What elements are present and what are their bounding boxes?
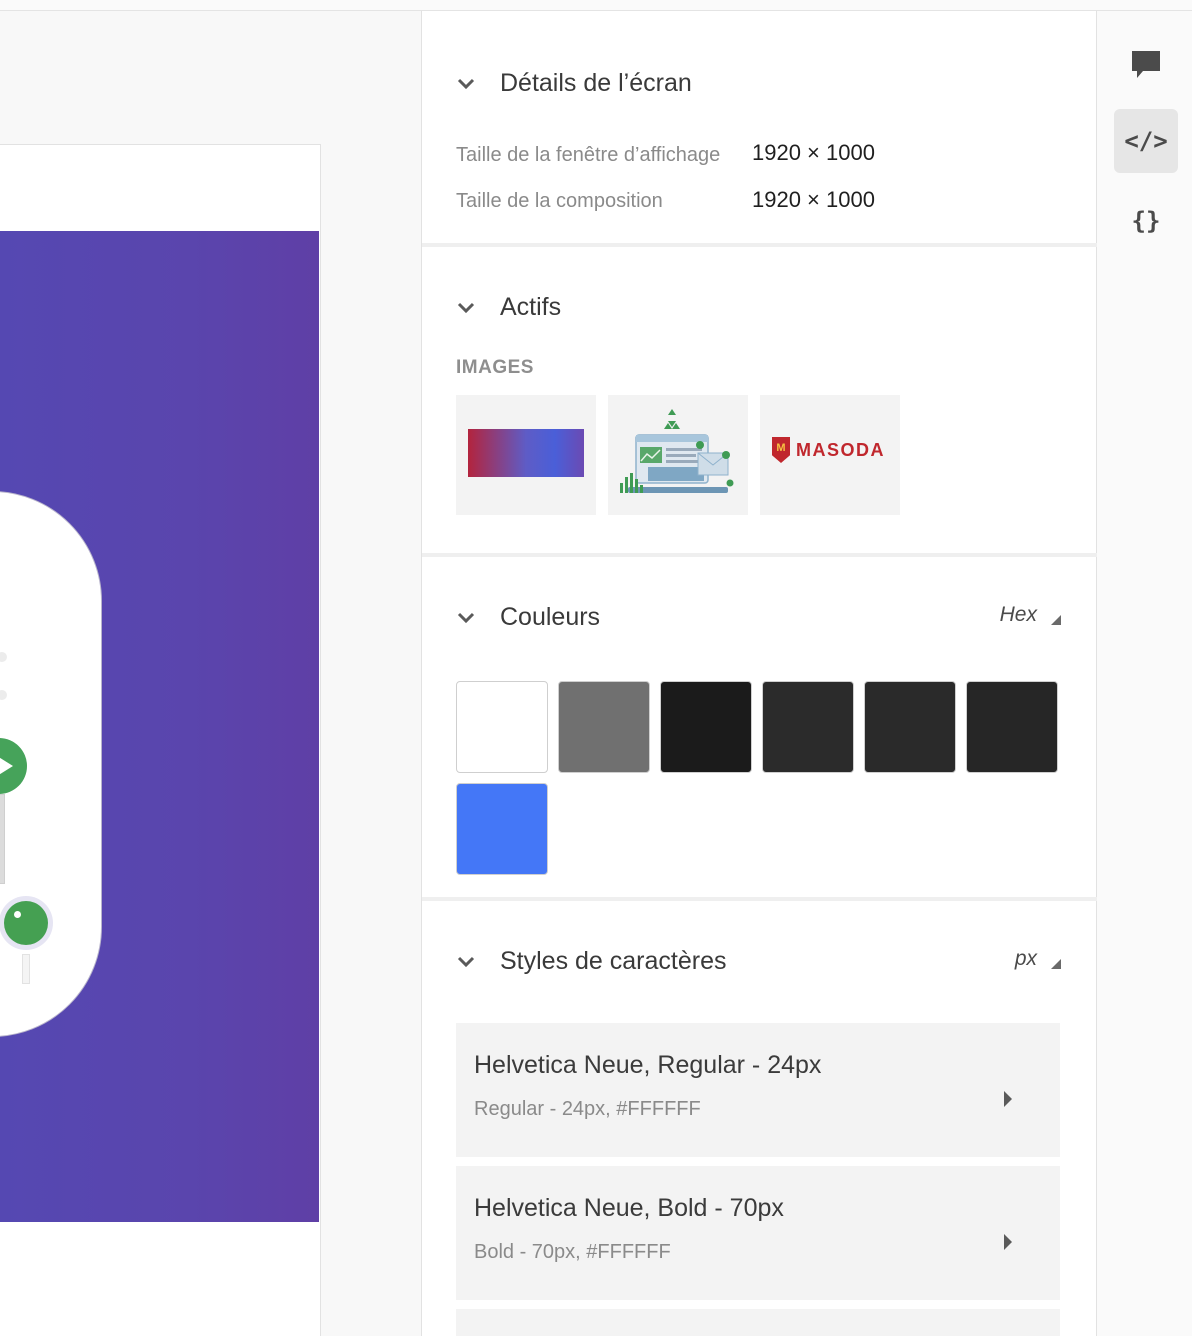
chevron-down-icon	[457, 78, 475, 89]
asset-gradient-background[interactable]	[456, 395, 596, 515]
section-header-colors[interactable]: Couleurs	[456, 603, 600, 632]
logo-text: MASODA	[796, 439, 885, 460]
color-swatch[interactable]	[558, 681, 650, 773]
gradient-thumbnail	[468, 429, 584, 477]
section-header-assets[interactable]: Actifs	[456, 293, 561, 322]
color-swatch[interactable]	[864, 681, 956, 773]
section-assets: Actifs IMAGES M MASODA	[422, 247, 1097, 557]
decor-bar	[0, 794, 5, 884]
chevron-down-icon	[457, 956, 475, 967]
inspector-panel: Détails de l’écran Taille de la fenêtre …	[421, 10, 1097, 1336]
green-dot-icon	[4, 901, 48, 945]
asset-logo-masoda[interactable]: M MASODA	[760, 395, 900, 515]
section-header-character-styles[interactable]: Styles de caractères	[456, 947, 727, 976]
viewport-size-value: 1920 × 1000	[752, 140, 875, 165]
char-style-subtitle: Regular - 24px, #FFFFFF	[474, 1098, 701, 1120]
comments-button[interactable]	[1114, 33, 1178, 97]
play-icon	[0, 738, 27, 794]
char-style-title: Helvetica Neue, Bold - 70px	[474, 1194, 784, 1222]
decor-dot	[0, 690, 7, 700]
chevron-down-icon	[457, 302, 475, 313]
asset-illustration[interactable]	[608, 395, 748, 515]
right-tool-rail: </> {}	[1097, 10, 1192, 1336]
app-root: Détails de l’écran Taille de la fenêtre …	[0, 0, 1192, 1336]
chevron-right-icon	[1004, 1234, 1012, 1250]
char-style-item[interactable]	[456, 1309, 1060, 1336]
shield-logo-icon: M	[772, 437, 790, 463]
dropdown-corner-icon	[1051, 615, 1061, 625]
char-style-item[interactable]: Helvetica Neue, Bold - 70px Bold - 70px,…	[456, 1166, 1060, 1300]
color-format-label: Hex	[999, 603, 1037, 626]
viewport-size-label: Taille de la fenêtre d’affichage	[456, 144, 721, 166]
color-swatch[interactable]	[762, 681, 854, 773]
section-title: Styles de caractères	[500, 947, 727, 975]
section-title: Actifs	[500, 293, 562, 321]
composition-size-label: Taille de la composition	[456, 190, 663, 212]
comment-icon	[1132, 51, 1160, 78]
section-screen-details: Détails de l’écran Taille de la fenêtre …	[422, 11, 1097, 247]
composition-size-value: 1920 × 1000	[752, 187, 875, 212]
color-swatch[interactable]	[456, 783, 548, 875]
char-style-item[interactable]: Helvetica Neue, Regular - 24px Regular -…	[456, 1023, 1060, 1157]
section-title: Détails de l’écran	[500, 69, 692, 97]
section-colors: Couleurs Hex	[422, 557, 1097, 901]
unit-label: px	[1014, 947, 1037, 970]
color-swatch[interactable]	[660, 681, 752, 773]
design-canvas[interactable]	[0, 10, 421, 1336]
json-view-button[interactable]: {}	[1114, 189, 1178, 253]
char-style-title: Helvetica Neue, Regular - 24px	[474, 1051, 822, 1079]
color-swatch[interactable]	[966, 681, 1058, 773]
decor-stem	[22, 954, 30, 984]
section-character-styles: Styles de caractères px Helvetica Neue, …	[422, 901, 1097, 1336]
chevron-down-icon	[457, 612, 475, 623]
char-style-subtitle: Bold - 70px, #FFFFFF	[474, 1241, 671, 1263]
images-label: IMAGES	[456, 357, 534, 378]
hero-section-preview[interactable]	[0, 231, 319, 1222]
code-icon: </>	[1124, 127, 1168, 155]
color-swatch[interactable]	[456, 681, 548, 773]
device-mockup	[0, 491, 102, 1037]
code-view-button[interactable]: </>	[1114, 109, 1178, 173]
section-header-screen-details[interactable]: Détails de l’écran	[456, 69, 692, 98]
dropdown-corner-icon	[1051, 959, 1061, 969]
chevron-right-icon	[1004, 1091, 1012, 1107]
decor-dot	[0, 652, 7, 662]
masoda-logo: M MASODA	[772, 437, 885, 463]
braces-icon: {}	[1131, 207, 1161, 235]
unit-toggle[interactable]: px	[1015, 947, 1061, 971]
dashboard-illustration-icon	[620, 409, 734, 493]
color-format-toggle[interactable]: Hex	[1000, 603, 1061, 627]
section-title: Couleurs	[500, 603, 601, 631]
